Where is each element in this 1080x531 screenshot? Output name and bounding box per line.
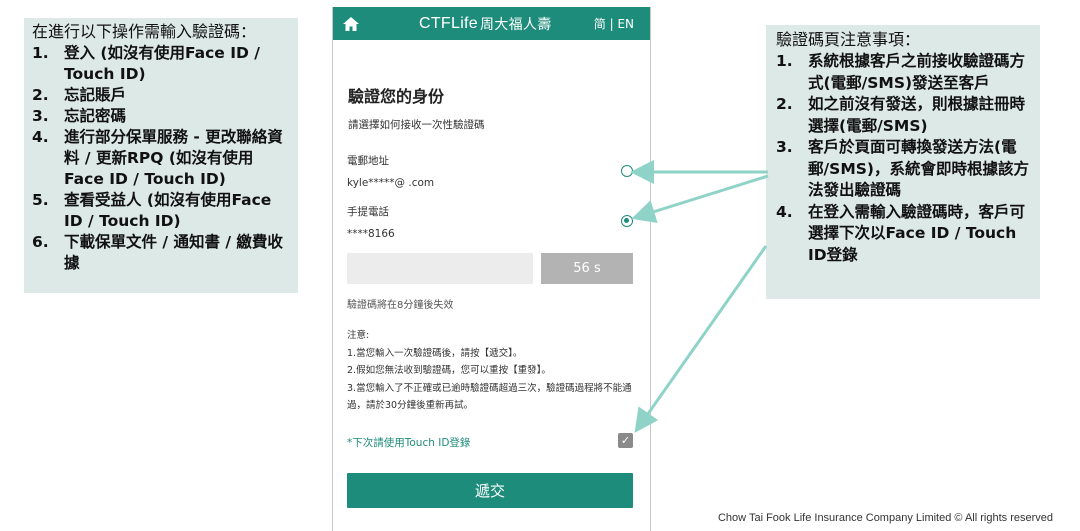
left-box-title: 在進行以下操作需輸入驗證碼： bbox=[32, 22, 257, 41]
touch-id-checkbox[interactable]: ✓ bbox=[618, 433, 633, 448]
notes-title: 注意: bbox=[347, 330, 370, 341]
app-header: CTFLife 周大福人壽 简 | EN bbox=[333, 7, 650, 40]
page-title: 驗證您的身份 bbox=[348, 87, 445, 106]
list-item: 1. 系統根據客戶之前接收驗證碼方式(電郵/SMS)發送至客戶 bbox=[776, 52, 1026, 92]
resend-button[interactable]: 56 s bbox=[541, 253, 633, 284]
arrow-to-touch-id-checkbox bbox=[634, 245, 768, 433]
phone-value: ****8166 bbox=[347, 228, 395, 240]
list-item: 5. 查看受益人 (如沒有使用Face ID / Touch ID) bbox=[32, 191, 272, 230]
list-item: 1. 登入 (如沒有使用Face ID / Touch ID) bbox=[32, 44, 260, 83]
note-item: 3.當您輸入了不正確或已逾時驗證碼超過三次，驗證碼過程將不能通過，請於30分鐘後… bbox=[347, 382, 632, 412]
right-box-title: 驗證碼頁注意事項： bbox=[776, 30, 921, 49]
list-item: 2. 忘記賬戶 bbox=[32, 86, 127, 104]
left-box-list: 1. 登入 (如沒有使用Face ID / Touch ID) 2. 忘記賬戶 3.… bbox=[32, 43, 290, 274]
right-info-box: 驗證碼頁注意事項： 1. 系統根據客戶之前接收驗證碼方式(電郵/SMS)發送至客戶… bbox=[766, 25, 1040, 299]
email-radio[interactable] bbox=[621, 165, 633, 177]
list-item: 3. 忘記密碼 bbox=[32, 107, 127, 125]
list-item: 4. 進行部分保單服務 - 更改聯絡資料 / 更新RPQ (如沒有使用Face I… bbox=[32, 128, 283, 188]
phone-label: 手提電話 bbox=[347, 206, 389, 218]
checkmark-icon: ✓ bbox=[620, 434, 631, 447]
notes-section: 注意: 1.當您輸入一次驗證碼後，請按【遞交】。 2.假如您無法收到驗證碼，您可… bbox=[347, 327, 637, 415]
expire-note: 驗證碼將在8分鐘後失效 bbox=[347, 300, 454, 311]
touch-id-label: *下次請使用Touch ID登錄 bbox=[347, 437, 471, 449]
list-item: 4. 在登入需輸入驗證碼時，客戶可選擇下次以Face ID / Touch ID登… bbox=[776, 202, 1026, 264]
brand-name-cn: 周大福人壽 bbox=[480, 16, 552, 33]
phone-screen: CTFLife 周大福人壽 简 | EN 驗證您的身份 請選擇如何接收一次性驗證… bbox=[332, 7, 651, 531]
phone-radio[interactable] bbox=[621, 215, 633, 227]
note-item: 1.當您輸入一次驗證碼後，請按【遞交】。 bbox=[347, 347, 523, 359]
verification-code-input[interactable] bbox=[347, 253, 533, 284]
email-label: 電郵地址 bbox=[347, 155, 389, 167]
copyright-text: Chow Tai Fook Life Insurance Company Lim… bbox=[717, 512, 1053, 524]
page-subtitle: 請選擇如何接收一次性驗證碼 bbox=[348, 119, 485, 131]
list-item: 2. 如之前沒有發送，則根據註冊時選擇(電郵/SMS) bbox=[776, 95, 1026, 135]
arrow-to-phone-radio bbox=[631, 174, 769, 224]
language-switch[interactable]: 简 | EN bbox=[594, 7, 634, 40]
phone-option[interactable]: 手提電話 ****8166 bbox=[347, 204, 395, 240]
note-item: 2.假如您無法收到驗證碼，您可以重按【重發】。 bbox=[347, 365, 551, 377]
list-item: 6. 下載保單文件 / 通知書 / 繳費收據 bbox=[32, 233, 283, 272]
email-value: kyle*****@ .com bbox=[347, 177, 435, 189]
submit-button[interactable]: 遞交 bbox=[347, 473, 633, 508]
email-option[interactable]: 電郵地址 kyle*****@ .com bbox=[347, 153, 434, 189]
right-box-list: 1. 系統根據客戶之前接收驗證碼方式(電郵/SMS)發送至客戶 2. 如之前沒有發送… bbox=[776, 51, 1032, 266]
brand-name-en: CTFLife bbox=[419, 14, 478, 32]
brand-logo: CTFLife 周大福人壽 bbox=[419, 7, 552, 40]
home-icon[interactable] bbox=[333, 7, 369, 40]
list-item: 3. 客戶於頁面可轉換發送方法(電郵/SMS)，系統會即時根據該方法發出驗證碼 bbox=[776, 138, 1029, 199]
left-info-box: 在進行以下操作需輸入驗證碼： 1. 登入 (如沒有使用Face ID / Touc… bbox=[24, 18, 298, 293]
